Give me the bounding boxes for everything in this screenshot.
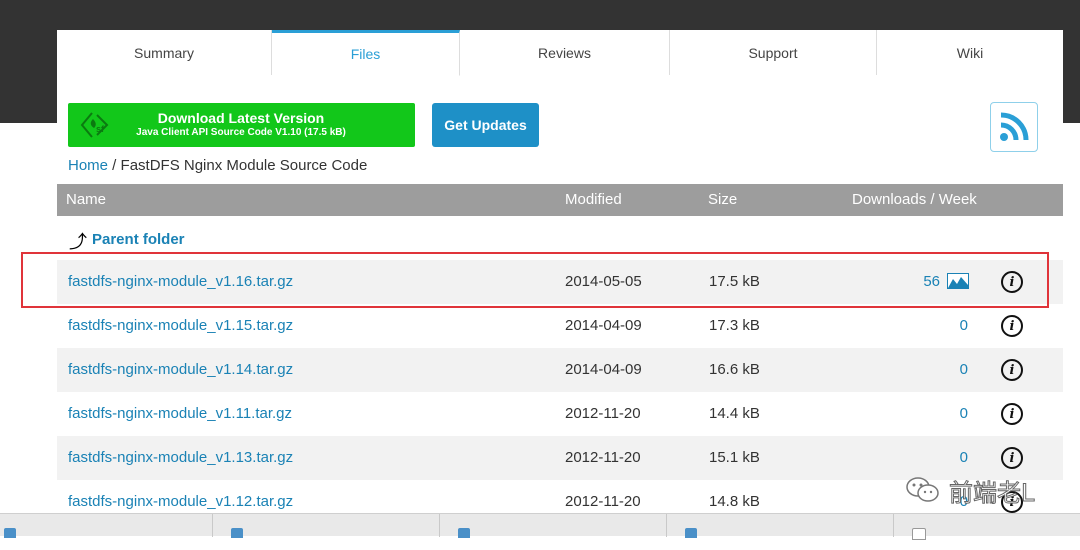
- download-shelf: [0, 513, 1080, 540]
- rss-icon: [1000, 112, 1029, 141]
- file-size: 17.5 kB: [709, 273, 760, 290]
- svg-text:sf: sf: [96, 124, 105, 134]
- file-size: 17.3 kB: [709, 317, 760, 334]
- file-info-icon[interactable]: i: [1001, 403, 1023, 425]
- tab-summary[interactable]: Summary: [57, 30, 272, 75]
- get-updates-button[interactable]: Get Updates: [432, 103, 539, 147]
- project-tabs: Summary Files Reviews Support Wiki: [57, 30, 1063, 76]
- parent-folder-link[interactable]: Parent folder: [92, 231, 185, 248]
- file-modified: 2012-11-20: [565, 449, 641, 466]
- wechat-watermark: 前端老L: [905, 474, 1035, 507]
- download-item[interactable]: [0, 514, 213, 538]
- column-header-size[interactable]: Size: [708, 191, 737, 208]
- project-files-panel: Summary Files Reviews Support Wiki sf Do…: [57, 30, 1063, 550]
- file-link[interactable]: fastdfs-nginx-module_v1.11.tar.gz: [68, 405, 292, 422]
- file-link[interactable]: fastdfs-nginx-module_v1.16.tar.gz: [68, 273, 293, 290]
- downloads-chart-icon[interactable]: [947, 273, 969, 289]
- table-row: fastdfs-nginx-module_v1.16.tar.gz 2014-0…: [57, 260, 1063, 304]
- file-link[interactable]: fastdfs-nginx-module_v1.14.tar.gz: [68, 361, 293, 378]
- file-downloads[interactable]: 0: [960, 405, 968, 422]
- column-header-downloads[interactable]: Downloads / Week: [852, 191, 977, 208]
- file-modified: 2012-11-20: [565, 493, 641, 510]
- breadcrumb-separator: /: [108, 157, 121, 174]
- file-size: 15.1 kB: [709, 449, 760, 466]
- file-link[interactable]: fastdfs-nginx-module_v1.15.tar.gz: [68, 317, 293, 334]
- file-modified: 2014-05-05: [565, 273, 642, 290]
- download-item[interactable]: [440, 514, 667, 538]
- file-info-icon[interactable]: i: [1001, 315, 1023, 337]
- files-table-header: Name Modified Size Downloads / Week: [57, 184, 1063, 216]
- download-title: Download Latest Version: [157, 110, 325, 126]
- file-downloads[interactable]: 0: [960, 317, 968, 334]
- breadcrumb: Home / FastDFS Nginx Module Source Code: [68, 157, 367, 174]
- file-modified: 2014-04-09: [565, 317, 642, 334]
- column-header-name[interactable]: Name: [66, 191, 106, 208]
- download-item[interactable]: [894, 514, 1080, 540]
- column-header-modified[interactable]: Modified: [565, 191, 622, 208]
- parent-folder-row[interactable]: ⤴ Parent folder: [57, 216, 1063, 260]
- archive-icon: [231, 528, 243, 538]
- tab-files[interactable]: Files: [272, 30, 460, 76]
- archive-icon: [4, 528, 16, 538]
- file-size: 14.8 kB: [709, 493, 760, 510]
- file-modified: 2012-11-20: [565, 405, 641, 422]
- watermark-text: 前端老L: [948, 478, 1035, 507]
- file-modified: 2014-04-09: [565, 361, 642, 378]
- file-info-icon[interactable]: i: [1001, 359, 1023, 381]
- archive-icon: [685, 528, 697, 538]
- file-size: 16.6 kB: [709, 361, 760, 378]
- sourceforge-logo-icon: sf: [80, 112, 109, 138]
- file-info-icon[interactable]: i: [1001, 447, 1023, 469]
- download-item[interactable]: [667, 514, 894, 538]
- table-row: fastdfs-nginx-module_v1.14.tar.gz 2014-0…: [57, 348, 1063, 392]
- tab-support[interactable]: Support: [670, 30, 877, 75]
- file-icon: [912, 528, 926, 540]
- parent-folder-arrow-icon: ⤴: [69, 232, 87, 252]
- rss-feed-button[interactable]: [990, 102, 1038, 152]
- file-link[interactable]: fastdfs-nginx-module_v1.12.tar.gz: [68, 493, 293, 510]
- file-downloads[interactable]: 0: [960, 361, 968, 378]
- file-downloads[interactable]: 0: [960, 449, 968, 466]
- download-latest-button[interactable]: sf Download Latest Version Java Client A…: [68, 103, 415, 147]
- table-row: fastdfs-nginx-module_v1.15.tar.gz 2014-0…: [57, 304, 1063, 348]
- table-row: fastdfs-nginx-module_v1.11.tar.gz 2012-1…: [57, 392, 1063, 436]
- file-info-icon[interactable]: i: [1001, 271, 1023, 293]
- file-link[interactable]: fastdfs-nginx-module_v1.13.tar.gz: [68, 449, 293, 466]
- tab-reviews[interactable]: Reviews: [460, 30, 670, 75]
- breadcrumb-home-link[interactable]: Home: [68, 157, 108, 174]
- file-size: 14.4 kB: [709, 405, 760, 422]
- wechat-logo-icon: [906, 477, 939, 502]
- file-downloads[interactable]: 56: [923, 273, 940, 290]
- breadcrumb-current: FastDFS Nginx Module Source Code: [120, 157, 368, 174]
- download-subtitle: Java Client API Source Code V1.10 (17.5 …: [136, 127, 346, 138]
- archive-icon: [458, 528, 470, 538]
- tab-wiki[interactable]: Wiki: [877, 30, 1063, 75]
- download-item[interactable]: [213, 514, 440, 538]
